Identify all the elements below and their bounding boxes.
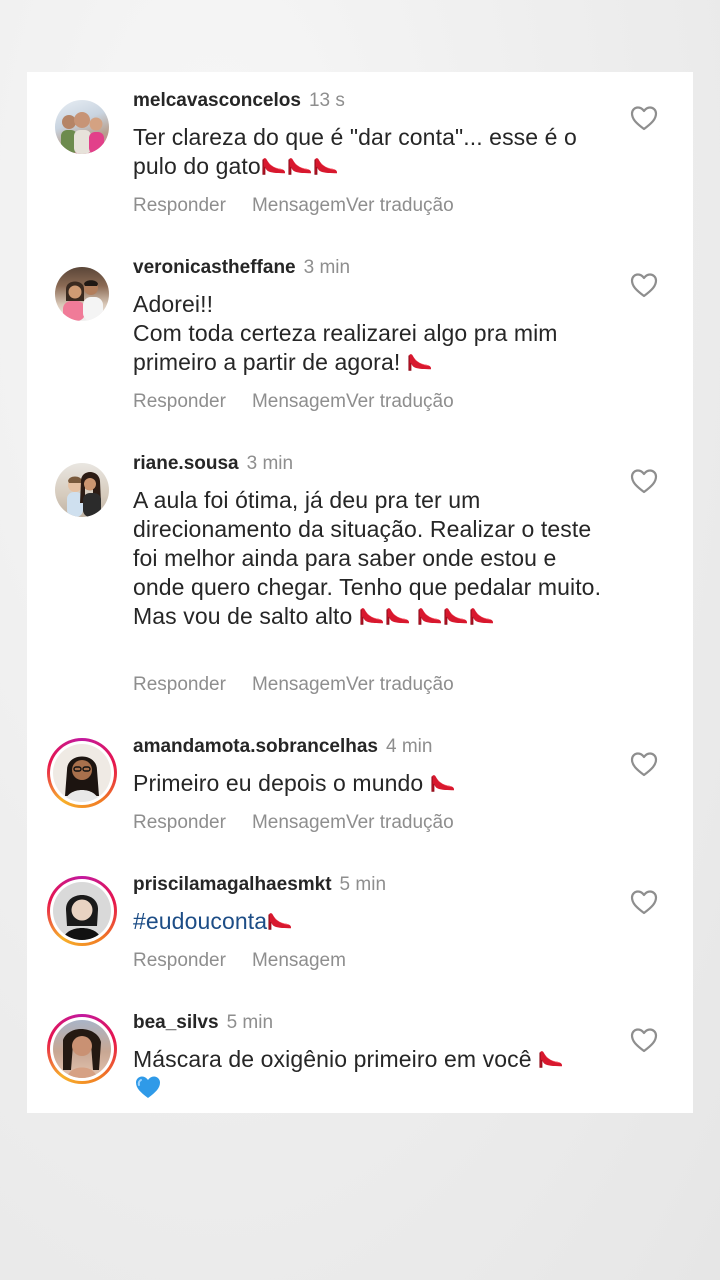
translate-button[interactable]: Ver tradução [346, 812, 454, 834]
comment-header: riane.sousa 3 min [133, 453, 293, 475]
high-heel-icon [261, 154, 287, 176]
high-heel-icon [469, 604, 495, 626]
high-heel-icon [538, 1047, 564, 1069]
timestamp: 4 min [385, 736, 433, 757]
translate-button[interactable]: Ver tradução [346, 391, 454, 413]
username[interactable]: riane.sousa [133, 453, 239, 474]
high-heel-icon [359, 604, 385, 626]
avatar [53, 882, 111, 940]
message-button[interactable]: Mensagem [252, 950, 346, 972]
username[interactable]: bea_silvs [133, 1012, 219, 1033]
comment-actions: Responder Mensagem [133, 950, 346, 972]
message-button[interactable]: Mensagem [252, 195, 346, 217]
high-heel-icon [407, 350, 433, 372]
high-heel-icon [385, 604, 411, 626]
comment-header: priscilamagalhaesmkt 5 min [133, 874, 386, 896]
comment-actions: Responder MensagemVer tradução [133, 674, 454, 696]
high-heel-icon [287, 154, 313, 176]
avatar-story-ring[interactable] [47, 876, 117, 946]
comment-header: bea_silvs 5 min [133, 1012, 273, 1034]
timestamp: 3 min [303, 257, 351, 278]
high-heel-icon [313, 154, 339, 176]
high-heel-icon [430, 771, 456, 793]
like-heart-icon[interactable] [630, 105, 658, 131]
timestamp: 3 min [246, 453, 294, 474]
comment-actions: Responder MensagemVer tradução [133, 391, 454, 413]
timestamp: 13 s [308, 90, 345, 111]
translate-button[interactable]: Ver tradução [346, 195, 454, 217]
message-button[interactable]: Mensagem [252, 391, 346, 413]
comment-text: Ter clareza do que é "dar conta"... esse… [133, 124, 577, 179]
username[interactable]: veronicastheffane [133, 257, 296, 278]
comment-header: melcavasconcelos 13 s [133, 90, 345, 112]
username[interactable]: melcavasconcelos [133, 90, 301, 111]
like-heart-icon[interactable] [630, 272, 658, 298]
avatar-story-ring[interactable] [47, 738, 117, 808]
like-heart-icon[interactable] [630, 468, 658, 494]
comment-line: Adorei!! [133, 291, 214, 317]
high-heel-icon [267, 909, 293, 931]
comments-panel: melcavasconcelos 13 s Ter clareza do que … [27, 72, 693, 1113]
reply-button[interactable]: Responder [133, 674, 226, 696]
blue-heart-icon [136, 1076, 160, 1098]
comment-text: Máscara de oxigênio primeiro em você [133, 1045, 613, 1105]
avatar-story-ring[interactable] [47, 1014, 117, 1084]
comment-header: amandamota.sobrancelhas 4 min [133, 736, 432, 758]
avatar[interactable] [52, 264, 112, 324]
high-heel-icon [443, 604, 469, 626]
timestamp: 5 min [339, 874, 387, 895]
high-heel-icon [417, 604, 443, 626]
reply-button[interactable]: Responder [133, 391, 226, 413]
reply-button[interactable]: Responder [133, 812, 226, 834]
like-heart-icon[interactable] [630, 751, 658, 777]
like-heart-icon[interactable] [630, 889, 658, 915]
message-button[interactable]: Mensagem [252, 674, 346, 696]
reply-button[interactable]: Responder [133, 195, 226, 217]
avatar [53, 1020, 111, 1078]
username[interactable]: priscilamagalhaesmkt [133, 874, 332, 895]
like-heart-icon[interactable] [630, 1027, 658, 1053]
comment-text[interactable]: #eudouconta [133, 907, 613, 936]
username[interactable]: amandamota.sobrancelhas [133, 736, 378, 757]
message-button[interactable]: Mensagem [252, 812, 346, 834]
avatar [53, 744, 111, 802]
timestamp: 5 min [226, 1012, 274, 1033]
comment-line: Com toda certeza realizarei algo pra mim [133, 320, 558, 346]
comment-text: A aula foi ótima, já deu pra ter um dire… [133, 487, 602, 629]
avatar[interactable] [52, 460, 112, 520]
comment-actions: Responder MensagemVer tradução [133, 195, 454, 217]
avatar[interactable] [52, 97, 112, 157]
comment-header: veronicastheffane 3 min [133, 257, 350, 279]
comment-text: Primeiro eu depois o mundo [133, 769, 613, 798]
comment-actions: Responder MensagemVer tradução [133, 812, 454, 834]
translate-button[interactable]: Ver tradução [346, 674, 454, 696]
comment-text: Adorei!! Com toda certeza realizarei algo… [133, 291, 558, 375]
reply-button[interactable]: Responder [133, 950, 226, 972]
